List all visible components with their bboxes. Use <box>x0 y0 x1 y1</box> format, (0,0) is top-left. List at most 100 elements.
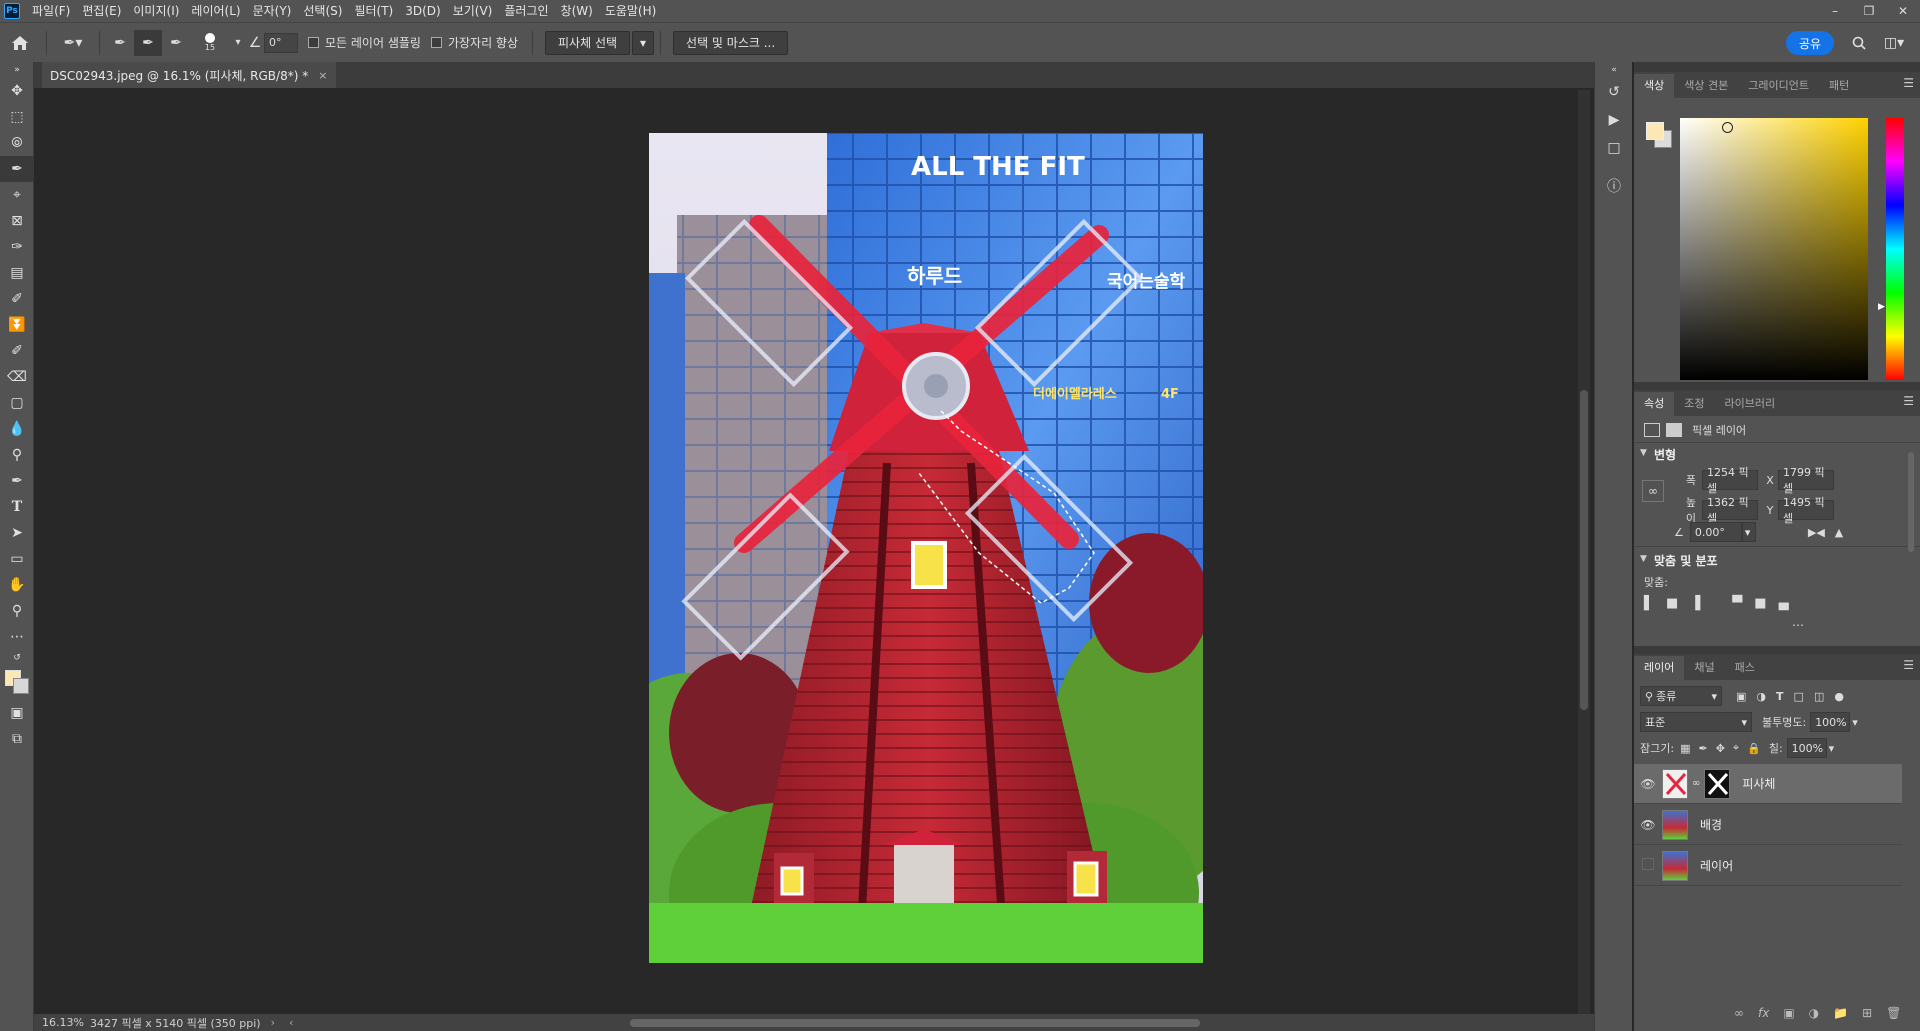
delete-layer-icon[interactable]: 🗑 <box>1886 1006 1901 1020</box>
move-tool-icon[interactable]: ✥ <box>0 78 34 104</box>
menu-image[interactable]: 이미지(I) <box>127 0 185 22</box>
brush-tool-icon[interactable]: ✐ <box>0 286 34 312</box>
select-subject-dropdown[interactable]: ▾ <box>632 30 655 55</box>
chain-link-icon[interactable]: ∞ <box>1692 778 1700 789</box>
menu-edit[interactable]: 편집(E) <box>76 0 127 22</box>
collapse-arrows-icon[interactable]: » <box>0 62 34 78</box>
checkbox-box[interactable] <box>308 37 319 48</box>
layer-mask-thumbnail[interactable] <box>1704 768 1731 799</box>
lock-artboard-icon[interactable]: ⌖ <box>1733 741 1739 755</box>
checkbox-box[interactable] <box>430 37 442 48</box>
panel-menu-icon[interactable]: ☰ <box>1903 394 1914 408</box>
eyedropper-tool-icon[interactable]: ✑ <box>0 234 34 260</box>
select-subject-button[interactable]: 피사체 선택 <box>545 30 631 55</box>
document-tab[interactable]: DSC02943.jpeg @ 16.1% (피사체, RGB/8*) * × <box>42 62 336 88</box>
chevron-down-icon[interactable]: ▾ <box>1741 522 1756 542</box>
crop-tool-icon[interactable]: ⌖ <box>0 182 34 208</box>
chevron-down-icon[interactable]: ▼ <box>1640 554 1647 564</box>
layer-row-subject[interactable]: 👁 ∞ 피사체 <box>1634 764 1902 804</box>
hand-tool-icon[interactable]: ✋ <box>0 572 34 598</box>
menu-type[interactable]: 문자(Y) <box>247 0 298 22</box>
minimize-icon[interactable]: – <box>1818 0 1852 22</box>
visibility-eye-icon[interactable]: 👁 <box>1634 777 1662 791</box>
close-tab-icon[interactable]: × <box>318 69 327 82</box>
brush-size-picker[interactable]: 15 <box>190 30 230 56</box>
menu-filter[interactable]: 필터(T) <box>348 0 399 22</box>
filter-type-icon[interactable]: T <box>1776 690 1784 703</box>
panel-menu-icon[interactable]: ☰ <box>1903 76 1914 90</box>
filter-toggle-icon[interactable]: ● <box>1834 690 1844 703</box>
close-icon[interactable]: ✕ <box>1886 0 1920 22</box>
angle-input[interactable]: 0° <box>264 32 298 53</box>
menu-help[interactable]: 도움말(H) <box>599 0 663 22</box>
tab-patterns[interactable]: 패턴 <box>1819 74 1859 98</box>
panel-menu-icon[interactable]: ☰ <box>1903 658 1914 672</box>
search-icon[interactable] <box>1848 30 1870 56</box>
zoom-tool-icon[interactable]: ⚲ <box>0 598 34 624</box>
swap-colors-icon[interactable]: ↺ <box>0 650 34 666</box>
clone-stamp-tool-icon[interactable]: ⏬ <box>0 312 34 338</box>
path-selection-tool-icon[interactable]: ➤ <box>0 520 34 546</box>
more-options-icon[interactable]: ⋯ <box>1792 618 1804 632</box>
quick-selection-tool-icon[interactable]: ✒ <box>0 156 34 182</box>
home-icon[interactable] <box>0 30 40 56</box>
tab-swatches[interactable]: 색상 견본 <box>1674 74 1738 98</box>
chevron-down-icon[interactable]: ▼ <box>1640 448 1647 458</box>
width-input[interactable]: 1254 픽셀 <box>1702 466 1758 495</box>
history-brush-tool-icon[interactable]: ✐ <box>0 338 34 364</box>
lock-all-icon[interactable]: 🔒 <box>1747 742 1761 755</box>
new-group-icon[interactable]: 📁 <box>1833 1006 1848 1020</box>
visibility-eye-icon[interactable]: 👁 <box>1634 818 1662 832</box>
align-middle-vertical-icon[interactable]: ■ <box>1754 596 1766 611</box>
enhance-edge-checkbox[interactable]: 가장자리 향상 <box>430 34 518 51</box>
vertical-scrollbar[interactable] <box>1578 90 1590 1014</box>
new-selection-brush-icon[interactable]: ✒ <box>106 30 134 56</box>
link-layers-icon[interactable]: ∞ <box>1734 1006 1744 1020</box>
quick-mask-icon[interactable]: ▣ <box>0 700 34 726</box>
tab-layers[interactable]: 레이어 <box>1634 656 1685 680</box>
flip-vertical-icon[interactable]: ▲ <box>1835 526 1843 539</box>
align-right-icon[interactable]: ▐ <box>1690 596 1700 611</box>
filter-shape-icon[interactable]: □ <box>1794 690 1804 703</box>
workspace-layout-icon[interactable]: ◫▾ <box>1876 30 1912 56</box>
eraser-tool-icon[interactable]: ⌫ <box>0 364 34 390</box>
marquee-tool-icon[interactable]: ⬚ <box>0 104 34 130</box>
pen-tool-icon[interactable]: ✒ <box>0 468 34 494</box>
hue-slider-handle-icon[interactable]: ▶ <box>1878 302 1885 312</box>
tab-color[interactable]: 색상 <box>1634 74 1675 98</box>
align-bottom-icon[interactable]: ▄ <box>1779 596 1789 611</box>
height-input[interactable]: 1362 픽셀 <box>1702 496 1758 525</box>
tool-preset-picker-icon[interactable]: ✒▾ <box>53 30 93 56</box>
color-field[interactable] <box>1680 118 1868 380</box>
add-mask-icon[interactable]: ▣ <box>1783 1006 1794 1020</box>
x-input[interactable]: 1799 픽셀 <box>1778 466 1834 495</box>
document-image[interactable]: ALL THE FIT 하루드 국어는술학 더에이멜라레스 4F <box>649 133 1203 963</box>
align-top-icon[interactable]: ▀ <box>1732 596 1742 611</box>
link-dimensions-icon[interactable]: ∞ <box>1642 480 1664 502</box>
lock-position-icon[interactable]: ✥ <box>1716 742 1725 755</box>
properties-scrollbar[interactable] <box>1908 446 1916 636</box>
chevron-down-icon[interactable]: ▾ <box>230 30 246 56</box>
horizontal-scrollbar[interactable] <box>600 1018 1600 1028</box>
layer-row-layer[interactable]: 레이어 <box>1634 846 1902 886</box>
frame-tool-icon[interactable]: ⊠ <box>0 208 34 234</box>
align-left-icon[interactable]: ▌ <box>1644 596 1654 611</box>
expand-panels-icon[interactable]: « <box>1595 62 1633 78</box>
tab-channels[interactable]: 채널 <box>1684 656 1724 680</box>
info-icon[interactable]: ⓘ <box>1595 172 1633 200</box>
chevron-down-icon[interactable]: ▾ <box>1852 716 1858 729</box>
angle-input[interactable]: 0.00° <box>1689 522 1742 542</box>
layer-name[interactable]: 레이어 <box>1700 857 1733 874</box>
chevron-right-icon[interactable]: › <box>271 1016 275 1029</box>
new-adjustment-layer-icon[interactable]: ◑ <box>1809 1006 1819 1020</box>
flip-horizontal-icon[interactable]: ▶◀ <box>1808 526 1825 539</box>
more-tools-icon[interactable]: ⋯ <box>0 624 34 650</box>
share-button[interactable]: 공유 <box>1786 31 1834 55</box>
lock-transparent-icon[interactable]: ▦ <box>1680 742 1690 755</box>
layer-name[interactable]: 배경 <box>1700 816 1722 833</box>
filter-smart-object-icon[interactable]: ◫ <box>1814 690 1824 703</box>
tab-adjustments[interactable]: 조정 <box>1674 392 1714 416</box>
subtract-from-selection-brush-icon[interactable]: ✒ <box>162 30 190 56</box>
horizontal-scroll-thumb[interactable] <box>630 1019 1200 1027</box>
sample-all-layers-checkbox[interactable]: 모든 레이어 샘플링 <box>308 34 421 51</box>
